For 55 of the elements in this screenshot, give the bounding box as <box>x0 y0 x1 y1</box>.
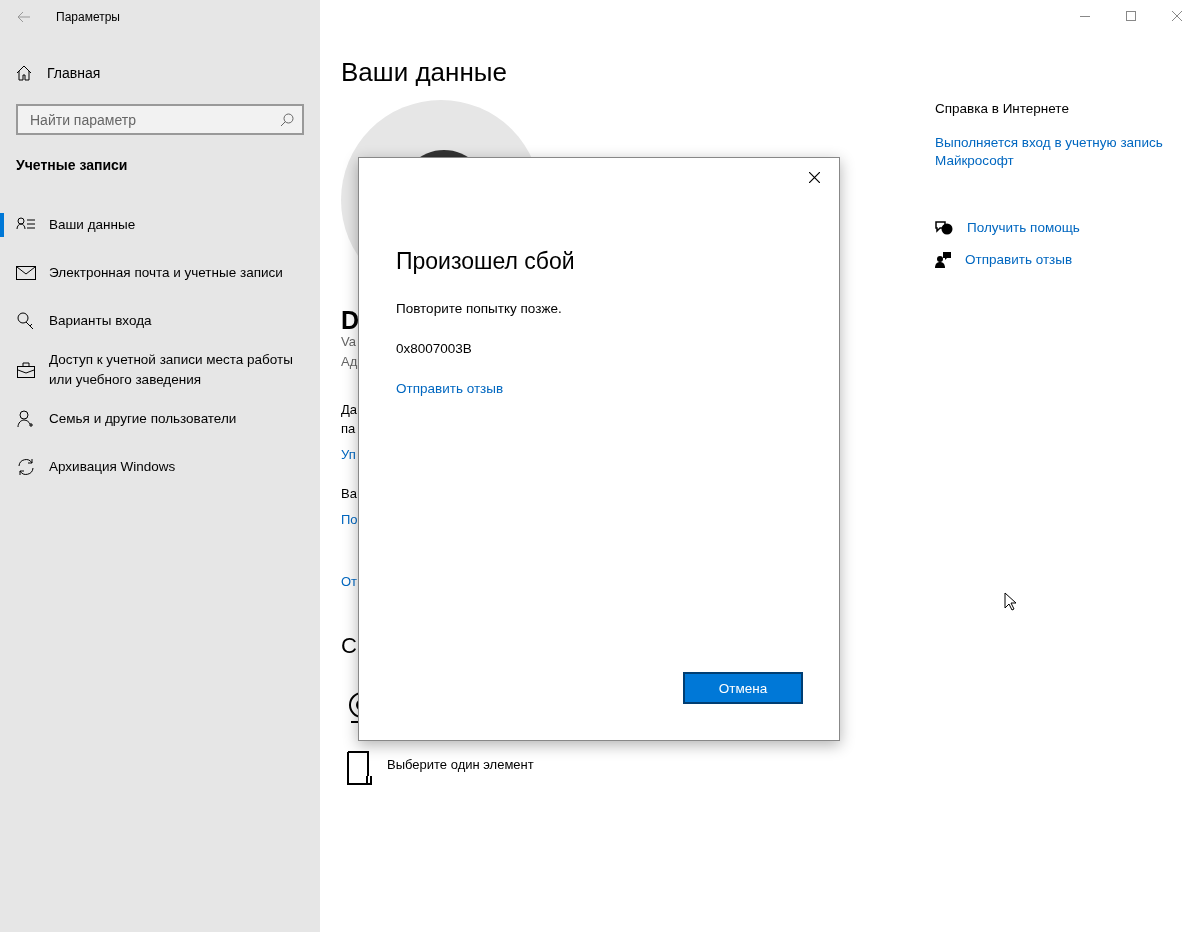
mouse-pointer-icon <box>1004 592 1016 611</box>
help-chat-icon <box>935 220 953 236</box>
feedback-link[interactable]: Отправить отзыв <box>396 379 504 399</box>
envelope-icon <box>16 266 36 280</box>
get-help-link[interactable]: Получить помощь <box>967 219 1080 237</box>
sidebar-item[interactable]: Архивация Windows <box>0 448 320 486</box>
sidebar-label: Доступ к учетной записи места работы или учебного заведения <box>49 351 294 389</box>
search-input[interactable]: Найти параметр <box>28 110 280 129</box>
link[interactable]: Уп <box>341 445 356 465</box>
file-icon <box>347 751 373 785</box>
sidebar-label: Электронная почта и учетные записи <box>49 264 283 282</box>
search-icon <box>280 112 294 127</box>
feedback-link[interactable]: Отправить отзыв <box>965 251 1073 269</box>
text: Ад <box>341 353 358 371</box>
back-arrow-icon[interactable] <box>17 11 31 23</box>
sign-in-link[interactable]: Выполняется вход в учетную запись Майкрософт <box>935 134 1195 170</box>
section-heading: Учетные записи <box>16 157 129 173</box>
sidebar-item[interactable]: Семья и другие пользователи <box>0 400 320 438</box>
sidebar-item[interactable]: Электронная почта и учетные записи <box>0 254 320 292</box>
error-code: 0x8007003B <box>396 340 473 358</box>
feedback-icon <box>935 252 951 268</box>
text: Да <box>341 401 358 419</box>
maximize-icon <box>1126 11 1136 21</box>
briefcase-icon <box>17 362 35 378</box>
text: D <box>341 308 360 332</box>
text: Va <box>341 333 356 351</box>
home-icon <box>16 65 32 81</box>
sidebar-label: Ваши данные <box>49 216 136 234</box>
home-item[interactable]: Главная <box>16 54 320 92</box>
close-icon <box>1172 11 1182 21</box>
page-title: Ваши данные <box>341 56 508 89</box>
close-icon <box>808 171 820 183</box>
link[interactable]: От <box>341 572 358 592</box>
sidebar-label: Архивация Windows <box>49 458 176 476</box>
choose-item-label: Выберите один элемент <box>387 757 534 772</box>
cancel-button[interactable]: Отмена <box>683 672 803 704</box>
sidebar-item[interactable]: Варианты входа <box>0 302 320 340</box>
sidebar-label: Варианты входа <box>49 312 152 330</box>
add-person-icon <box>17 410 35 428</box>
minimize-icon <box>1080 15 1090 17</box>
help-heading: Справка в Интернете <box>935 101 1070 116</box>
sidebar-label: Семья и другие пользователи <box>49 410 237 428</box>
text: С <box>341 632 357 660</box>
error-message: Повторите попытку позже. <box>396 300 563 318</box>
dialog-title: Произошел сбой <box>396 247 576 276</box>
sidebar-item[interactable]: Доступ к учетной записи места работы или учебного заведения <box>0 350 320 390</box>
text: па <box>341 420 356 438</box>
home-label: Главная <box>47 65 101 81</box>
search-field[interactable]: Найти параметр <box>16 104 304 135</box>
sidebar-item[interactable]: Ваши данные <box>0 206 320 244</box>
key-icon <box>17 312 35 330</box>
sync-icon <box>17 458 35 476</box>
text: Ва <box>341 485 357 503</box>
window-title: Параметры <box>56 10 120 24</box>
link[interactable]: По <box>341 510 358 530</box>
